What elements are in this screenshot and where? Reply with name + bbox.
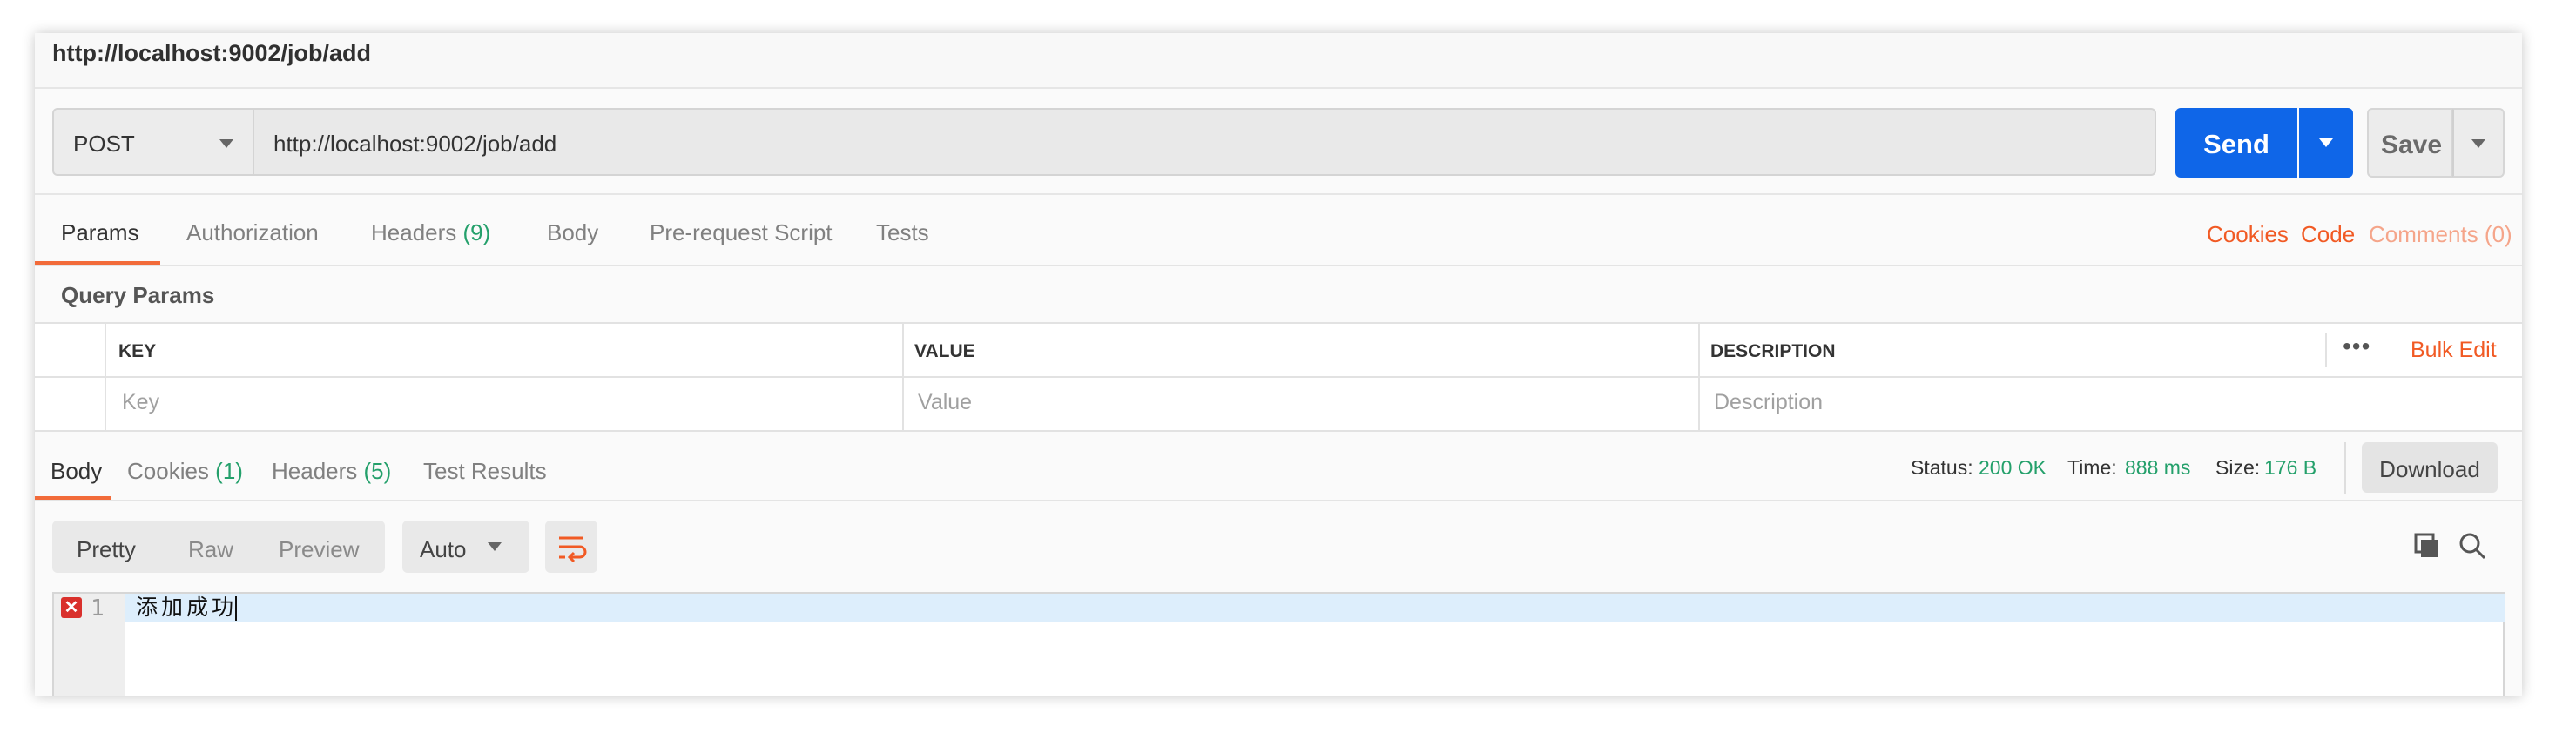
divider (35, 500, 2522, 501)
tab-pre-request-script[interactable]: Pre-request Script (650, 219, 833, 246)
url-input[interactable]: http://localhost:9002/job/add (254, 108, 2156, 176)
wrap-lines-button[interactable] (545, 521, 597, 573)
line-gutter: ✕ 1 (54, 594, 125, 696)
tab-label: Cookies (127, 458, 209, 484)
tab-label: Authorization (186, 219, 319, 245)
download-label: Download (2379, 456, 2480, 482)
response-body-editor[interactable]: ✕ 1 添加成功 (52, 592, 2505, 696)
tab-authorization[interactable]: Authorization (186, 219, 319, 246)
more-icon[interactable]: ••• (2343, 333, 2370, 360)
query-params-table: KEY VALUE DESCRIPTION ••• Bulk Edit Key … (35, 322, 2522, 432)
description-input[interactable]: Description (1714, 390, 1823, 415)
save-options-button[interactable] (2452, 108, 2505, 178)
response-tab-body[interactable]: Body (51, 458, 102, 485)
tab-label: Params (61, 219, 139, 245)
tab-count: (1) (215, 458, 243, 484)
error-icon: ✕ (61, 597, 82, 618)
status-value: 200 OK (1979, 456, 2047, 479)
chevron-down-icon (488, 542, 502, 551)
language-label: Auto (420, 536, 467, 562)
method-select[interactable]: POST (52, 108, 254, 176)
divider (2325, 333, 2327, 367)
text-cursor (235, 596, 238, 622)
time-label: Time: (2067, 456, 2117, 479)
key-input[interactable]: Key (122, 390, 159, 415)
tab-label: Headers (272, 458, 358, 484)
response-tab-headers[interactable]: Headers (5) (272, 458, 391, 485)
response-text[interactable]: 添加成功 (136, 594, 238, 622)
divider (35, 193, 2522, 195)
response-content: 添加成功 (136, 595, 238, 620)
url-value: http://localhost:9002/job/add (273, 131, 557, 157)
format-toggle-group: Pretty Raw Preview (52, 521, 385, 573)
postman-window: http://localhost:9002/job/add POST http:… (35, 33, 2522, 696)
response-tab-cookies[interactable]: Cookies (1) (127, 458, 243, 485)
method-label: POST (73, 131, 135, 157)
tab-label: Body (51, 458, 103, 484)
tab-count: (5) (363, 458, 392, 484)
format-pretty-button[interactable]: Pretty (77, 536, 136, 563)
status-label: Status: (1911, 456, 1973, 479)
size-value: 176 B (2264, 456, 2317, 479)
tab-tests[interactable]: Tests (876, 219, 929, 246)
tab-label: Headers (371, 219, 457, 245)
chevron-down-icon (2319, 138, 2333, 147)
divider (2344, 442, 2346, 494)
search-icon[interactable] (2458, 531, 2487, 561)
active-line-highlight (125, 594, 2505, 622)
send-button[interactable]: Send (2175, 108, 2297, 178)
tab-label: Pre-request Script (650, 219, 833, 245)
format-preview-button[interactable]: Preview (279, 536, 359, 563)
description-header: DESCRIPTION (1710, 341, 1836, 361)
divider (35, 265, 2522, 266)
bulk-edit-link[interactable]: Bulk Edit (2411, 338, 2497, 363)
time-value: 888 ms (2125, 456, 2191, 479)
response-tab-test-results[interactable]: Test Results (423, 458, 547, 485)
tab-headers[interactable]: Headers (9) (371, 219, 490, 246)
value-header: VALUE (914, 341, 975, 361)
cookies-link[interactable]: Cookies (2207, 221, 2289, 248)
send-label: Send (2203, 129, 2269, 159)
divider (35, 376, 2522, 378)
tab-label: Test Results (423, 458, 547, 484)
line-number: 1 (91, 595, 105, 622)
tab-body[interactable]: Body (547, 219, 598, 246)
comments-link[interactable]: Comments (0) (2369, 221, 2512, 248)
tab-params[interactable]: Params (61, 219, 139, 246)
tab-label: Tests (876, 219, 929, 245)
save-button[interactable]: Save (2367, 108, 2452, 178)
request-title-bar: http://localhost:9002/job/add (35, 33, 2522, 89)
tab-count: (9) (462, 219, 491, 245)
chevron-down-icon (2471, 139, 2485, 148)
send-options-button[interactable] (2299, 108, 2353, 178)
copy-icon[interactable] (2412, 531, 2442, 561)
format-raw-button[interactable]: Raw (188, 536, 233, 563)
query-params-title: Query Params (61, 282, 215, 308)
code-link[interactable]: Code (2301, 221, 2355, 248)
save-label: Save (2380, 131, 2443, 159)
request-title: http://localhost:9002/job/add (52, 40, 372, 66)
language-select[interactable]: Auto (402, 521, 529, 573)
value-input[interactable]: Value (918, 390, 972, 415)
size-label: Size: (2215, 456, 2261, 479)
chevron-down-icon (219, 139, 233, 148)
wrap-icon (559, 536, 587, 563)
tab-label: Body (547, 219, 599, 245)
download-button[interactable]: Download (2362, 442, 2498, 493)
key-header: KEY (118, 341, 157, 361)
